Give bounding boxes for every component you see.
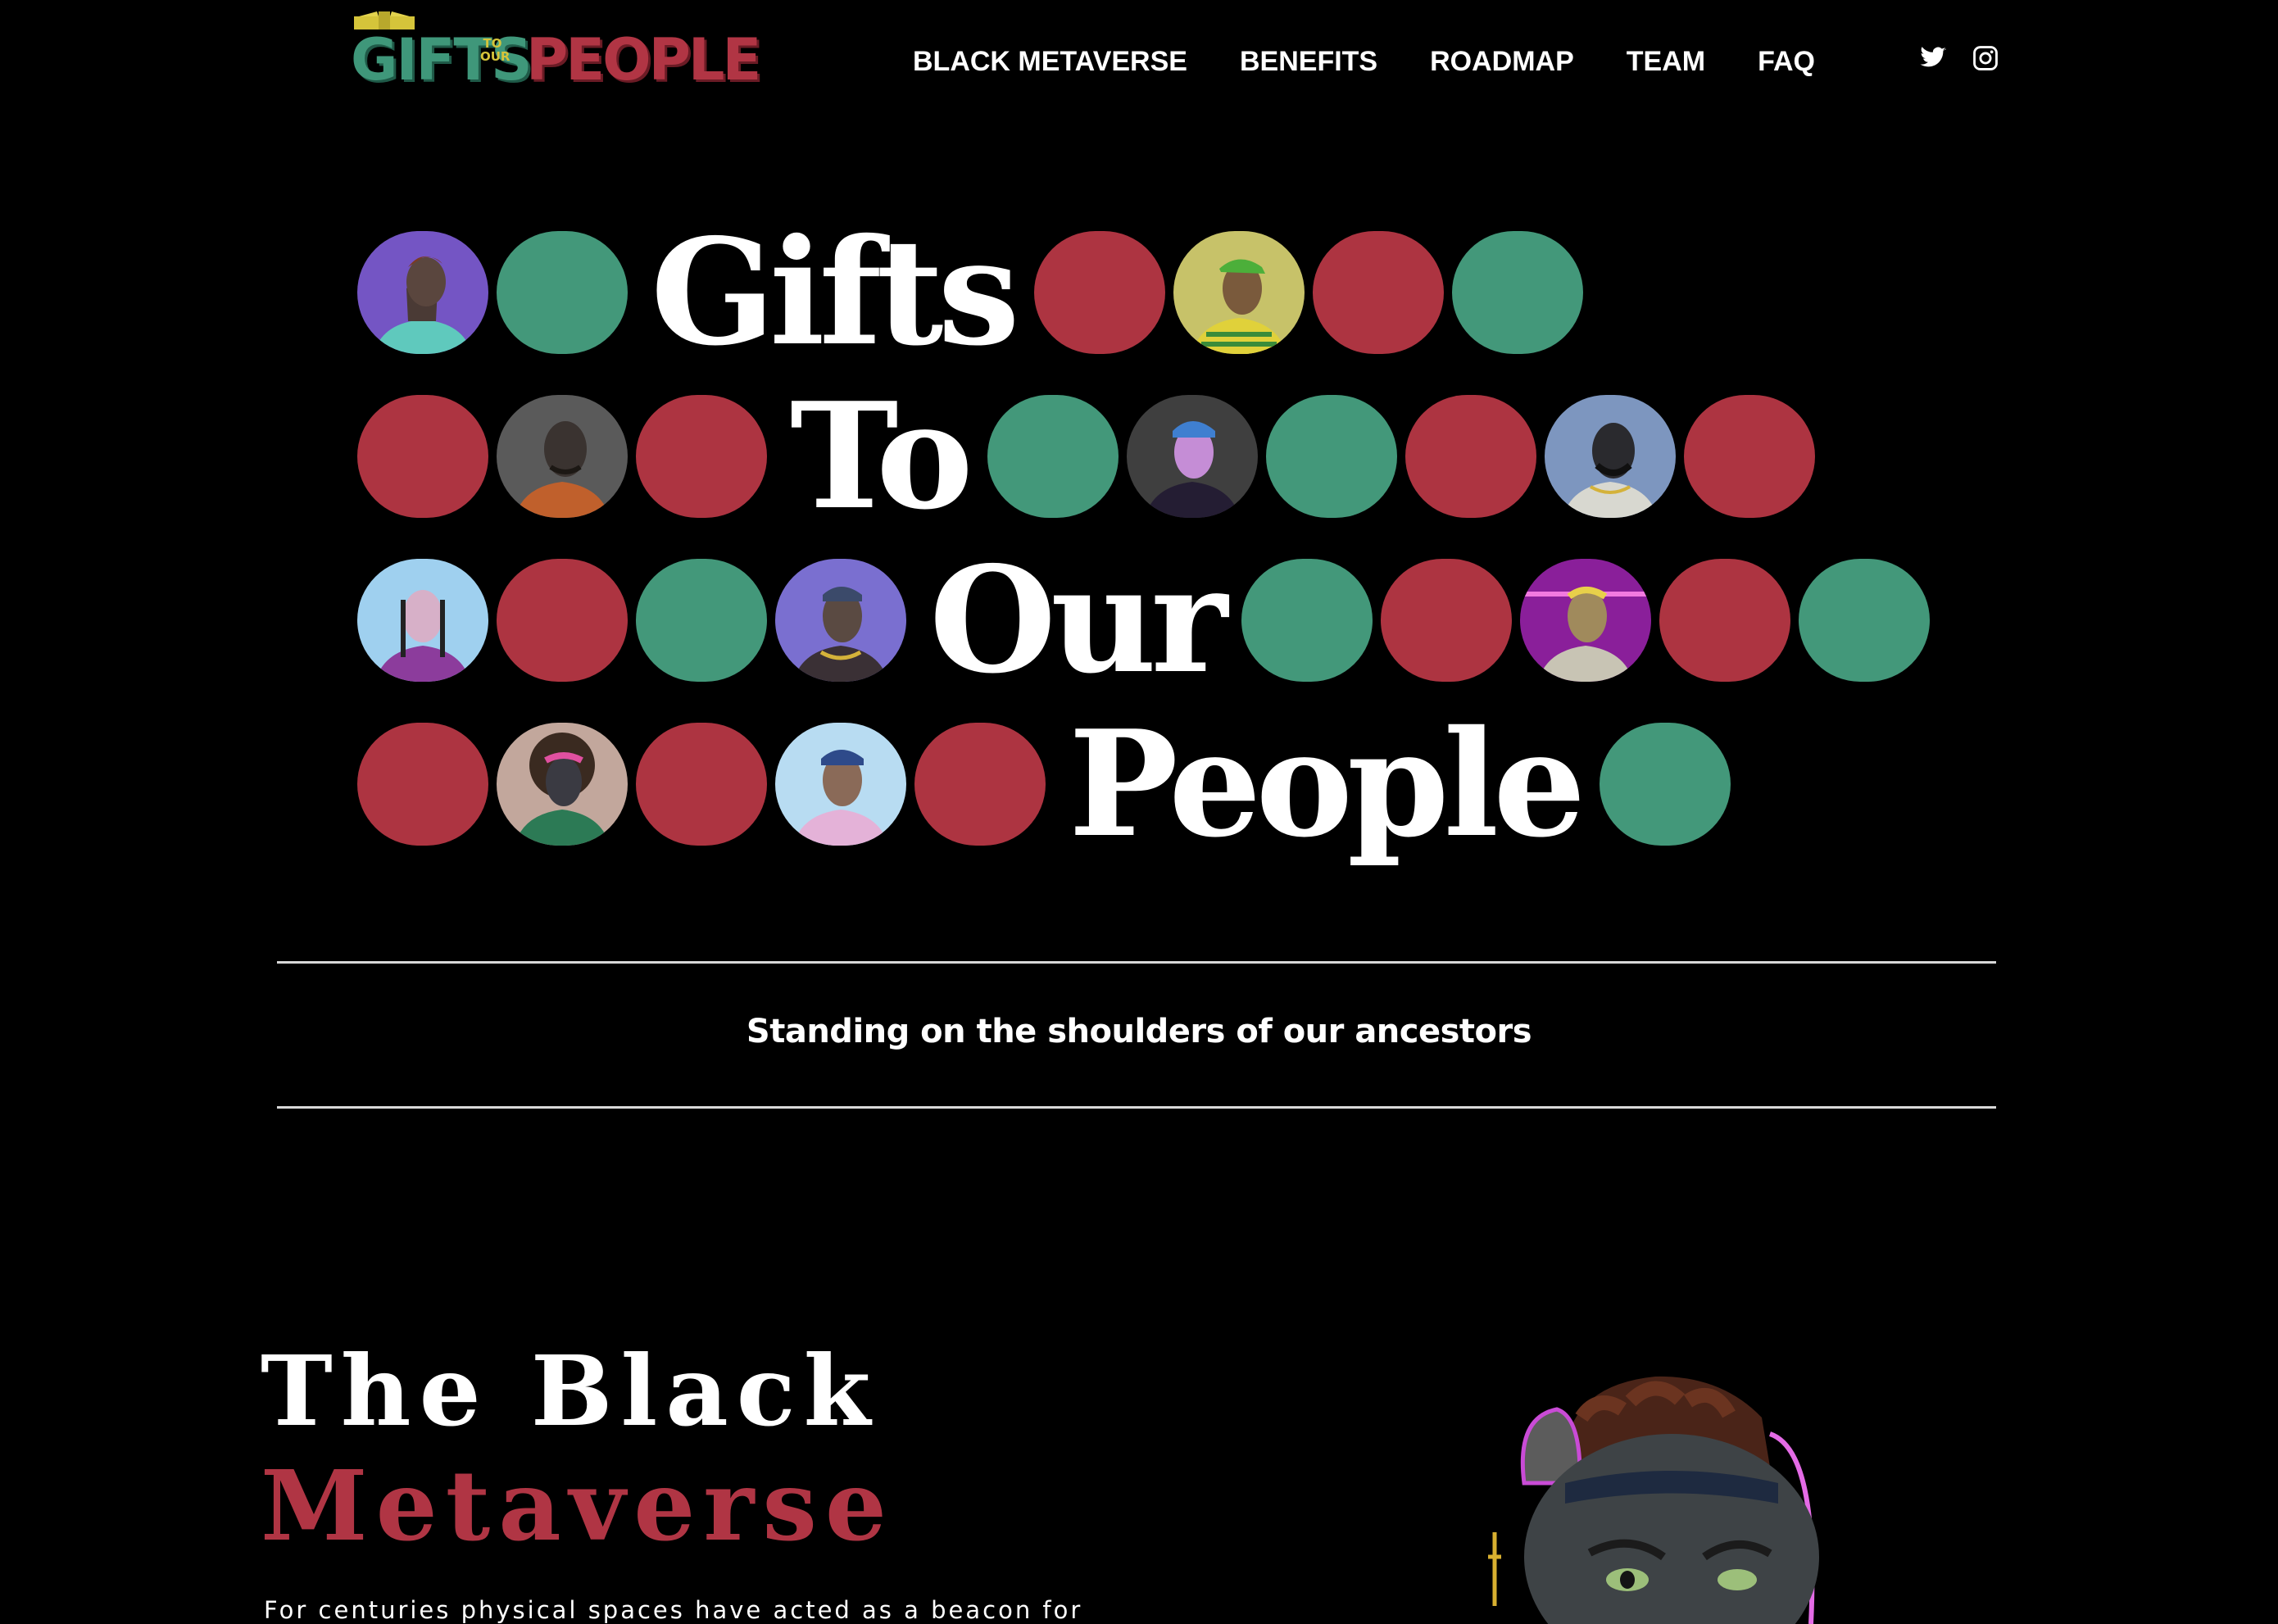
logo-word-people: PEOPLE bbox=[526, 26, 761, 93]
red-circle bbox=[497, 559, 628, 682]
red-circle bbox=[1381, 559, 1513, 682]
avatar-circle bbox=[1544, 395, 1676, 518]
site-logo[interactable]: GIFTS TO OUR PEOPLE bbox=[351, 10, 761, 95]
avatar-circle bbox=[1173, 231, 1305, 354]
avatar-circle bbox=[357, 231, 488, 354]
nav-item-benefits[interactable]: BENEFITS bbox=[1240, 46, 1377, 78]
green-circle bbox=[1600, 723, 1731, 846]
section-title-line-2: Metaverse bbox=[261, 1449, 895, 1563]
green-circle bbox=[1265, 395, 1397, 518]
red-circle bbox=[1312, 231, 1444, 354]
twitter-icon[interactable] bbox=[1919, 44, 1947, 72]
hero-row-1: Gifts bbox=[357, 206, 1591, 378]
hero-word-people: People bbox=[1069, 698, 1586, 869]
red-circle bbox=[1033, 231, 1165, 354]
green-circle bbox=[497, 231, 628, 354]
hero-row-3: Our bbox=[357, 534, 1938, 705]
hero-word-gifts: Gifts bbox=[651, 206, 1020, 378]
red-circle bbox=[357, 723, 488, 846]
instagram-icon[interactable] bbox=[1972, 44, 1999, 72]
nav-item-black-metaverse[interactable]: BLACK METAVERSE bbox=[913, 46, 1187, 78]
hero-word-to: To bbox=[790, 370, 973, 542]
section-title: The Black Metaverse bbox=[261, 1334, 895, 1563]
green-circle bbox=[987, 395, 1119, 518]
green-circle bbox=[1241, 559, 1373, 682]
nav-item-roadmap[interactable]: ROADMAP bbox=[1430, 46, 1574, 78]
hero-row-4: People bbox=[357, 698, 1739, 869]
avatar-circle bbox=[775, 723, 906, 846]
main-nav: BLACK METAVERSE BENEFITS ROADMAP TEAM FA… bbox=[913, 46, 1815, 78]
avatar-circle bbox=[497, 395, 628, 518]
character-portrait bbox=[1488, 1376, 1819, 1624]
red-circle bbox=[1404, 395, 1536, 518]
section-title-line-1: The Black bbox=[261, 1334, 879, 1448]
tagline: Standing on the shoulders of our ancesto… bbox=[746, 1013, 1532, 1050]
green-circle bbox=[636, 559, 767, 682]
logo-word-to-our: TO OUR bbox=[480, 36, 511, 64]
red-circle bbox=[636, 723, 767, 846]
green-circle bbox=[1451, 231, 1583, 354]
section-body-text: For centuries physical spaces have acted… bbox=[264, 1596, 1083, 1624]
red-circle bbox=[636, 395, 767, 518]
red-circle bbox=[1683, 395, 1815, 518]
green-circle bbox=[1799, 559, 1931, 682]
avatar-circle bbox=[1520, 559, 1652, 682]
avatar-circle bbox=[497, 723, 628, 846]
social-links bbox=[1919, 44, 1999, 72]
nav-item-team[interactable]: TEAM bbox=[1627, 46, 1705, 78]
red-circle bbox=[1659, 559, 1791, 682]
divider-top bbox=[277, 961, 1996, 964]
nav-item-faq[interactable]: FAQ bbox=[1758, 46, 1815, 78]
avatar-circle bbox=[1126, 395, 1258, 518]
hero-word-our: Our bbox=[929, 534, 1227, 705]
avatar-circle bbox=[357, 559, 488, 682]
hero-row-2: To bbox=[357, 370, 1823, 542]
red-circle bbox=[357, 395, 488, 518]
divider-bottom bbox=[277, 1106, 1996, 1109]
red-circle bbox=[914, 723, 1046, 846]
avatar-circle bbox=[775, 559, 906, 682]
